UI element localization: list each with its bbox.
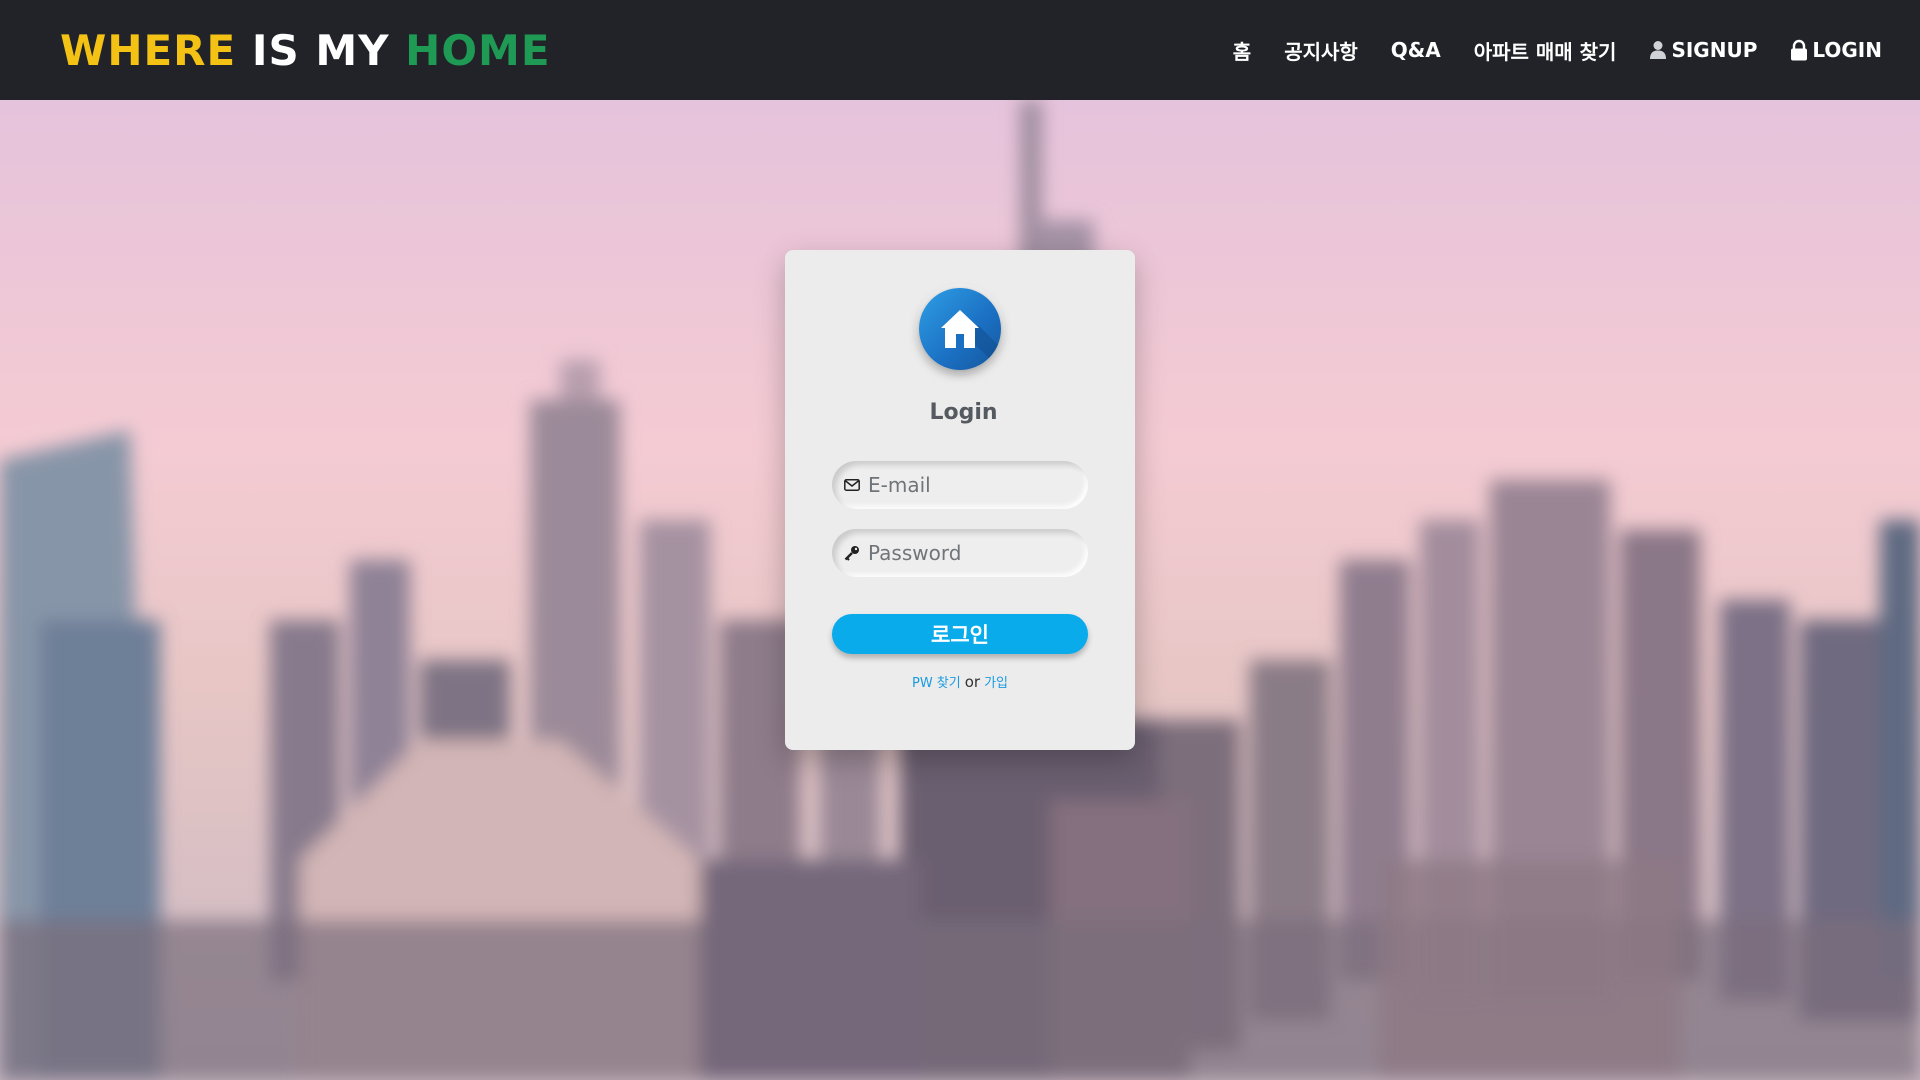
nav-login[interactable]: LOGIN: [1790, 38, 1882, 62]
envelope-icon: [842, 479, 862, 491]
brand-word-where: WHERE: [60, 25, 237, 75]
login-card: Login 로그인 PW 찾기or가입: [785, 250, 1135, 750]
nav-apartment-search[interactable]: 아파트 매매 찾기: [1474, 36, 1617, 65]
house-icon: [919, 288, 1001, 370]
email-field[interactable]: [832, 461, 1088, 509]
user-icon: [1649, 40, 1667, 60]
key-icon: [842, 545, 862, 561]
password-input[interactable]: [868, 541, 1068, 565]
or-text: or: [964, 673, 981, 691]
email-input[interactable]: [868, 473, 1068, 497]
signup-label: SIGNUP: [1671, 38, 1758, 62]
nav-home[interactable]: 홈: [1233, 36, 1251, 65]
nav-qna[interactable]: Q&A: [1391, 38, 1441, 62]
password-field[interactable]: [832, 529, 1088, 577]
account-links: PW 찾기 or 가입: [785, 672, 1135, 691]
brand-word-home: HOME: [405, 25, 551, 75]
login-title: Login: [929, 400, 998, 425]
brand-logo[interactable]: WHERE IS MY HOME: [60, 26, 551, 75]
login-label: LOGIN: [1812, 38, 1882, 62]
lock-icon: [1790, 39, 1808, 61]
nav-notice[interactable]: 공지사항: [1284, 36, 1358, 65]
nav-signup[interactable]: SIGNUP: [1649, 38, 1757, 62]
join-link[interactable]: 가입: [984, 676, 1008, 691]
find-password-link[interactable]: PW 찾기: [912, 676, 961, 691]
top-navbar: WHERE IS MY HOME 홈 공지사항 Q&A 아파트 매매 찾기 SI…: [0, 0, 1920, 100]
brand-word-is-my: IS MY: [251, 25, 390, 75]
login-submit-button[interactable]: 로그인: [832, 614, 1088, 654]
nav-links: 홈 공지사항 Q&A 아파트 매매 찾기 SIGNUP LOGIN: [1200, 36, 1882, 65]
